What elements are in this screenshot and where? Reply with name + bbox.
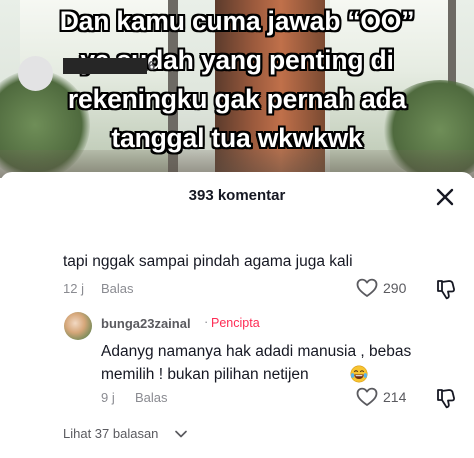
reply-time: 9 j (101, 390, 115, 405)
username-redacted[interactable] (63, 58, 147, 74)
view-replies-link[interactable]: Lihat 37 balasan (63, 426, 158, 441)
close-icon (436, 188, 454, 206)
caption-line: tanggal tua wkwkwk (111, 123, 363, 153)
heart-icon[interactable] (356, 278, 378, 298)
avatar[interactable] (18, 56, 53, 91)
dislike-icon[interactable] (436, 387, 456, 409)
chevron-down-icon[interactable] (174, 429, 188, 439)
reply-username[interactable]: bunga23zainal (101, 316, 191, 331)
heart-icon[interactable] (356, 387, 378, 407)
video-caption: Dan kamu cuma jawab “OO” ya sudah yang p… (0, 2, 474, 158)
laughing-tears-emoji-icon (350, 365, 368, 383)
video-background: Dan kamu cuma jawab “OO” ya sudah yang p… (0, 0, 474, 178)
reply-button[interactable]: Balas (135, 390, 168, 405)
reply-text-line-2: memilih ! bukan pilihan netijen (101, 366, 309, 383)
caption-line: Dan kamu cuma jawab “OO” (59, 6, 415, 36)
like-count: 290 (383, 280, 407, 296)
creator-badge: Pencipta (211, 316, 260, 330)
close-button[interactable] (432, 184, 458, 210)
avatar[interactable] (64, 312, 92, 340)
comment-text: tapi nggak sampai pindah agama juga kali (63, 253, 353, 270)
comment-time: 12 j (63, 281, 84, 296)
reply-button[interactable]: Balas (101, 281, 134, 296)
caption-line: rekeningku gak pernah ada (67, 84, 407, 114)
username-suffix[interactable]: 6 (148, 58, 155, 73)
comments-count-title: 393 komentar (188, 187, 286, 204)
dislike-icon[interactable] (436, 278, 456, 300)
separator-dot: · (204, 314, 209, 329)
like-count: 214 (383, 389, 407, 405)
